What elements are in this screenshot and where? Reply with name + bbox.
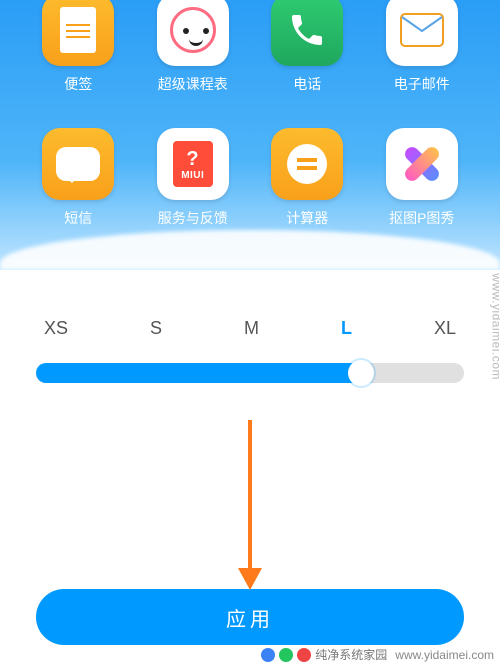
watermark-host: www.yidaimei.com <box>395 648 494 662</box>
watermark: 纯净系统家园 www.yidaimei.com <box>261 646 494 663</box>
app-label: 便签 <box>64 74 92 94</box>
size-xs[interactable]: XS <box>44 318 68 339</box>
apply-button-label: 应用 <box>226 603 274 632</box>
size-m[interactable]: M <box>244 318 259 339</box>
font-size-panel: XS S M L XL 应用 <box>0 270 500 667</box>
app-cutout[interactable]: 抠图P图秀 <box>374 128 471 228</box>
mail-icon <box>386 0 458 66</box>
app-sms[interactable]: 短信 <box>30 128 127 228</box>
sms-icon <box>42 128 114 200</box>
apply-button[interactable]: 应用 <box>36 589 464 645</box>
note-icon <box>42 0 114 66</box>
app-note[interactable]: 便签 <box>30 0 127 94</box>
app-label: 计算器 <box>286 208 328 228</box>
size-slider[interactable] <box>36 363 464 383</box>
size-options: XS S M L XL <box>0 270 500 339</box>
size-xl[interactable]: XL <box>434 318 456 339</box>
app-label: 电子邮件 <box>394 74 450 94</box>
size-s[interactable]: S <box>150 318 162 339</box>
miui-feedback-icon: MIUI <box>157 128 229 200</box>
calculator-icon <box>271 128 343 200</box>
size-l[interactable]: L <box>341 318 352 339</box>
app-label: 抠图P图秀 <box>389 208 454 228</box>
phone-icon <box>271 0 343 66</box>
app-label: 短信 <box>64 208 92 228</box>
screen: 便签 超级课程表 电话 电子邮件 短信 <box>0 0 500 667</box>
app-label: 服务与反馈 <box>158 208 228 228</box>
app-phone[interactable]: 电话 <box>259 0 356 94</box>
home-screen-preview: 便签 超级课程表 电话 电子邮件 短信 <box>0 0 500 270</box>
app-row-2: 短信 MIUI 服务与反馈 计算器 抠图P图秀 <box>0 128 500 228</box>
app-mail[interactable]: 电子邮件 <box>374 0 471 94</box>
app-calculator[interactable]: 计算器 <box>259 128 356 228</box>
watermark-text: 纯净系统家园 <box>315 646 387 663</box>
cutout-icon <box>386 128 458 200</box>
super-schedule-icon <box>157 0 229 66</box>
app-label: 超级课程表 <box>158 74 228 94</box>
app-label: 电话 <box>293 74 321 94</box>
app-row-1: 便签 超级课程表 电话 电子邮件 <box>0 0 500 94</box>
app-miui-feedback[interactable]: MIUI 服务与反馈 <box>145 128 242 228</box>
side-watermark: www.yidaimei.com <box>490 273 500 380</box>
cloud-decoration <box>0 230 500 270</box>
app-super-schedule[interactable]: 超级课程表 <box>145 0 242 94</box>
slider-fill <box>36 363 361 383</box>
